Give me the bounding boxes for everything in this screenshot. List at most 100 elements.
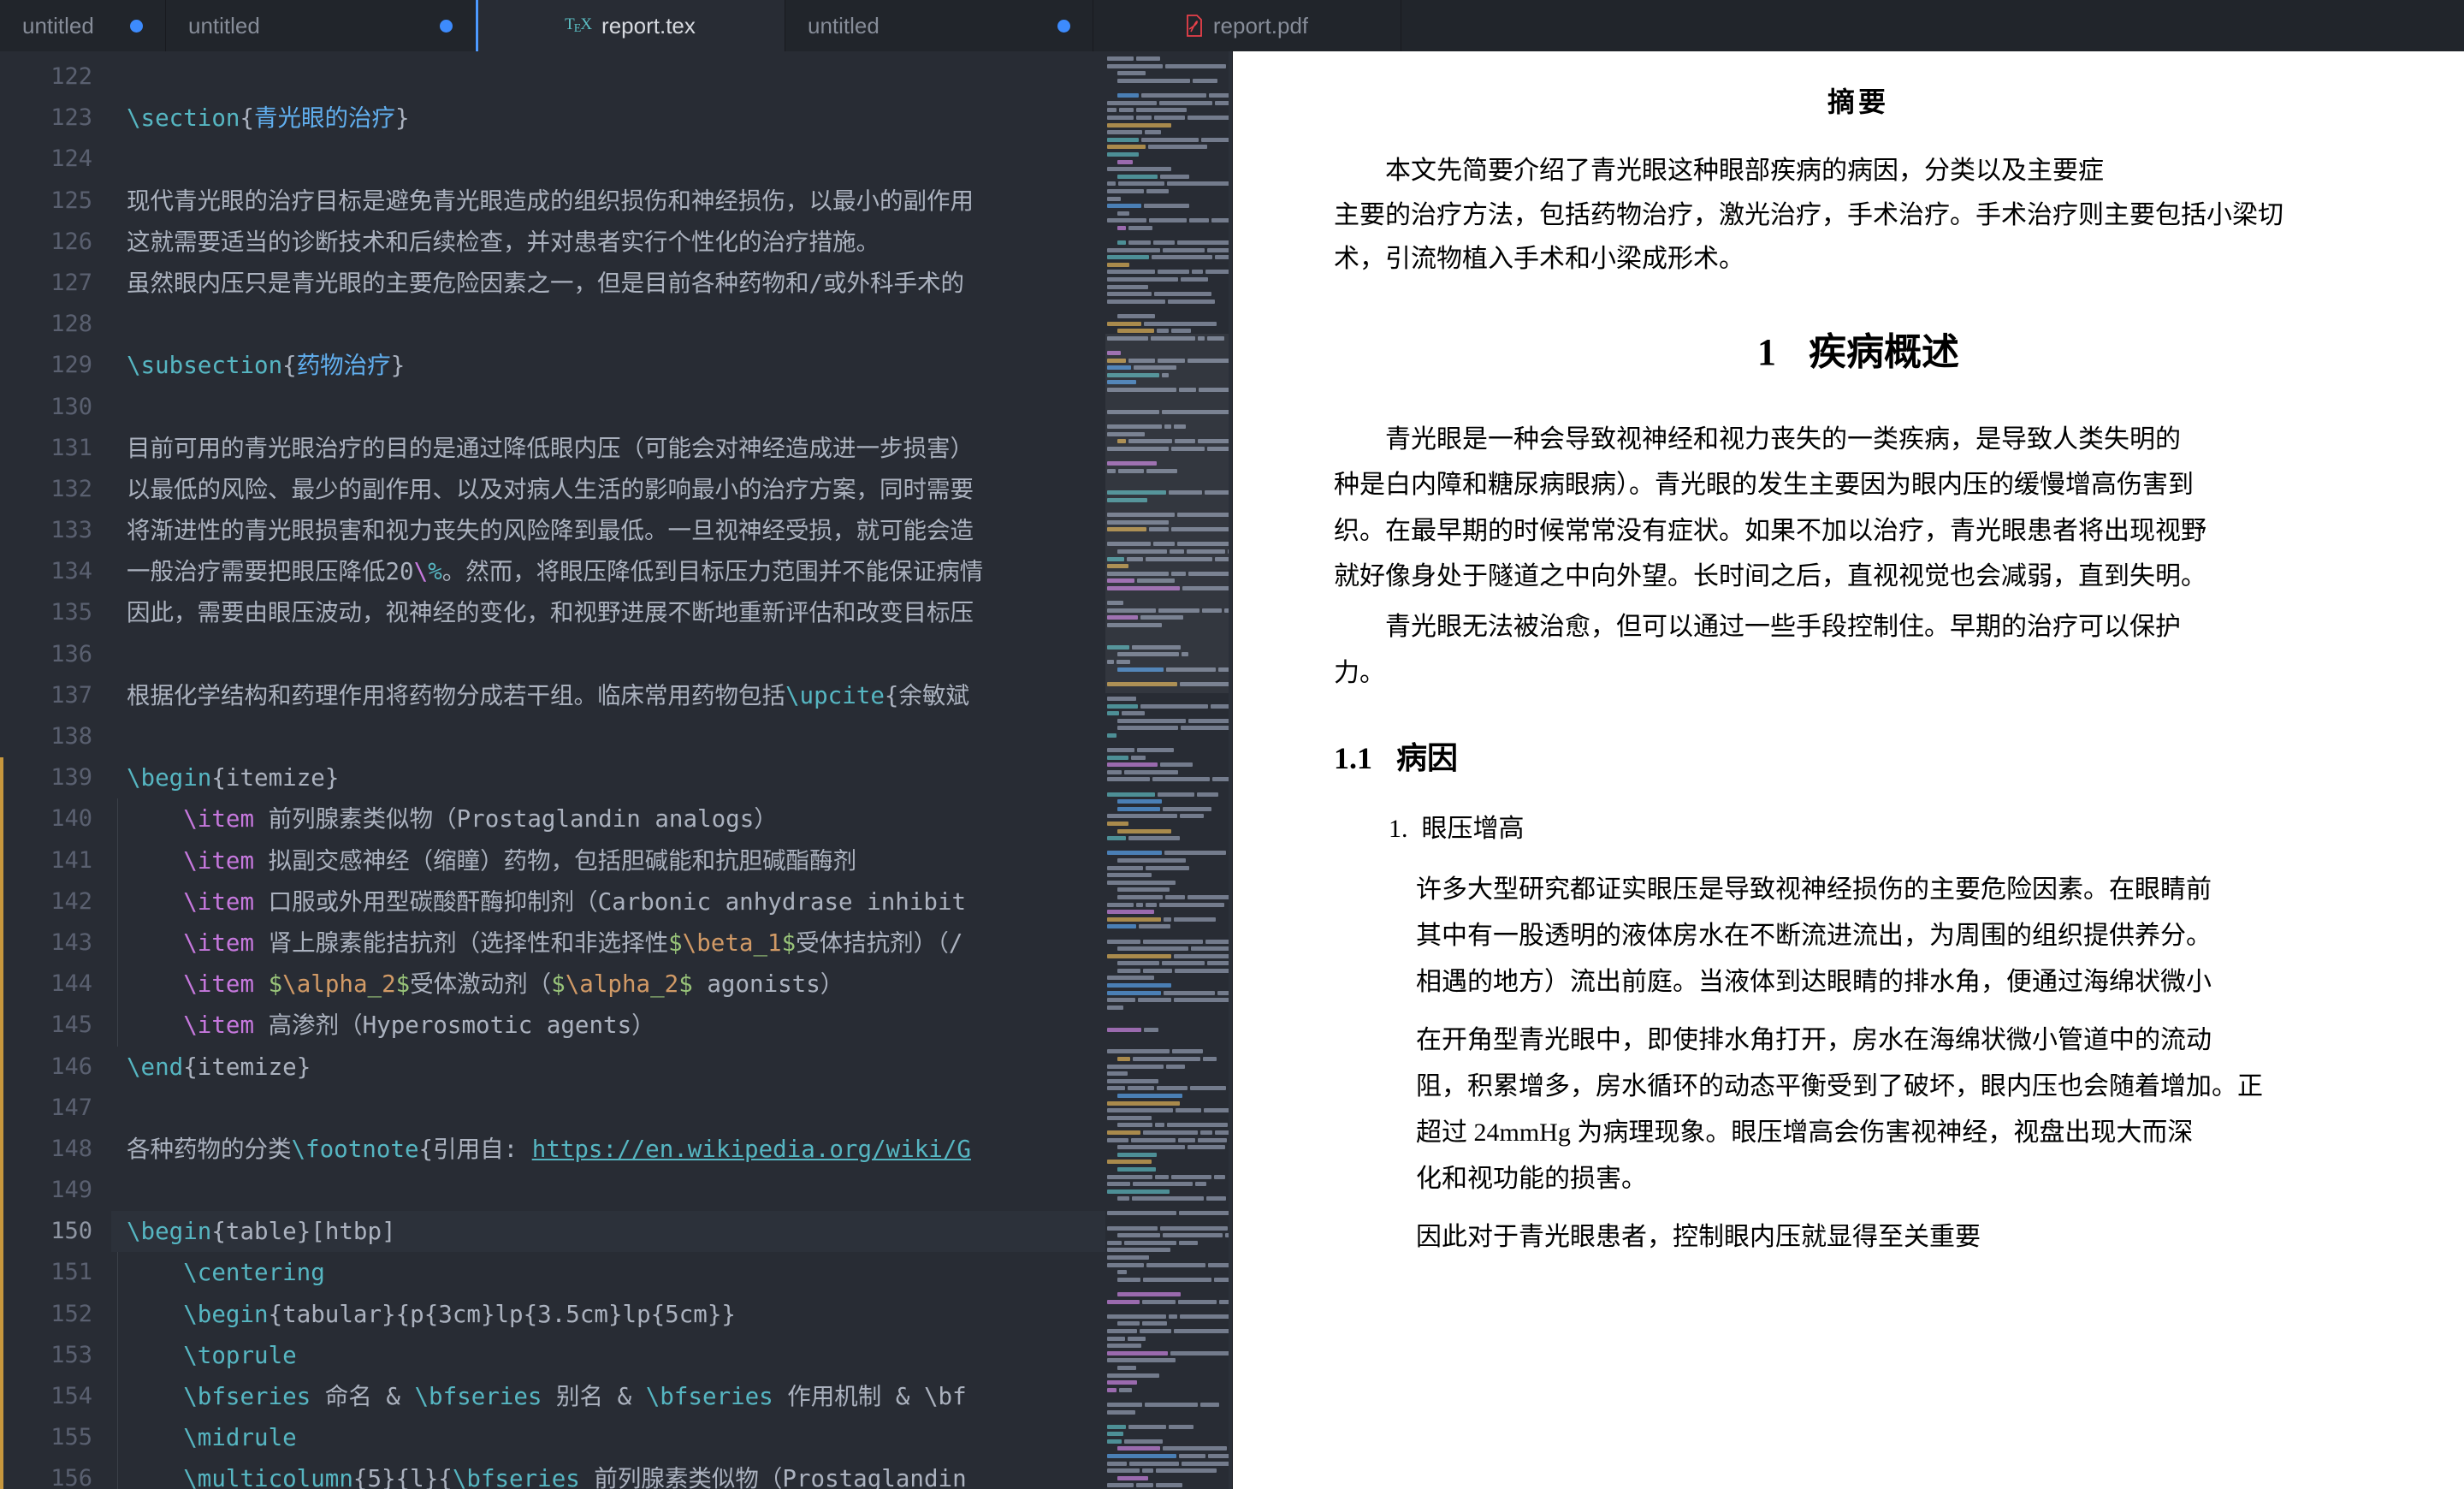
minimap-row (1105, 191, 1232, 201)
minimap-row (1105, 625, 1232, 632)
minimap-row (1105, 80, 1232, 88)
line-number: 155 (50, 1424, 92, 1451)
section-heading-1: 1 疾病概述 (1334, 321, 2383, 376)
code-line[interactable]: \item 拟副交感神经（缩瞳）药物，包括胆碱能和抗胆碱酯酶剂 (111, 840, 1232, 881)
subsection-number: 1.1 (1334, 741, 1372, 776)
code-line[interactable] (111, 304, 1232, 345)
code-content[interactable]: \section{青光眼的治疗} 现代青光眼的治疗目标是避免青光眼造成的组织损伤和… (111, 51, 1232, 1489)
minimap-row (1105, 426, 1232, 436)
minimap-row (1105, 1095, 1232, 1106)
minimap-row (1105, 823, 1232, 833)
code-line[interactable]: 以最低的风险、最少的副作用、以及对病人生活的影响最小的治疗方案，同时需要 (111, 469, 1232, 510)
code-line[interactable]: 根据化学结构和药理作用将药物分成若干组。临床常用药物包括\upcite{余敏斌 (111, 675, 1232, 716)
modified-indicator-icon[interactable] (1057, 19, 1070, 33)
line-number: 126 (50, 228, 92, 255)
line-number: 146 (50, 1053, 92, 1080)
minimap-row (1105, 74, 1232, 84)
minimap-row (1105, 1199, 1232, 1207)
minimap-row (1105, 463, 1232, 473)
minimap-row (1105, 139, 1232, 150)
minimap-row (1105, 603, 1232, 613)
tab-report-tex[interactable]: TEX report.tex (476, 0, 785, 51)
code-line[interactable]: \item 肾上腺素能拮抗剂（选择性和非选择性$\beta_1$受体拮抗剂）（/ (111, 922, 1232, 964)
minimap-row (1105, 897, 1232, 907)
minimap-row (1105, 1265, 1232, 1275)
minimap-row (1105, 691, 1232, 701)
code-line[interactable]: 这就需要适当的诊断技术和后续检查，并对患者实行个性化的治疗措施。 (111, 222, 1232, 263)
code-line[interactable] (111, 387, 1232, 428)
minimap-row (1105, 721, 1232, 731)
code-line[interactable]: \item $\alpha_2$受体激动剂（$\alpha_2$ agonist… (111, 964, 1232, 1005)
minimap-row (1105, 632, 1232, 640)
minimap-row (1105, 507, 1232, 518)
code-line[interactable]: \bfseries 命名 & \bfseries 别名 & \bfseries … (111, 1376, 1232, 1417)
code-line[interactable]: \centering (111, 1252, 1232, 1293)
line-number: 136 (50, 640, 92, 667)
code-line[interactable]: \item 高渗剂（Hyperosmotic agents） (111, 1005, 1232, 1046)
minimap-row (1105, 419, 1232, 429)
minimap-row (1105, 323, 1232, 334)
minimap-row (1105, 434, 1232, 444)
code-line[interactable]: \item 口服或外用型碳酸酐酶抑制剂（Carbonic anhydrase i… (111, 881, 1232, 922)
paragraph-line: 织。在最早期的时候常常没有症状。如果不加以治疗，青光眼患者将出现视野 (1334, 516, 2206, 545)
tab-report-pdf[interactable]: report.pdf (1093, 0, 1401, 51)
minimap-row (1105, 1103, 1232, 1113)
code-line[interactable]: \item 前列腺素类似物（Prostaglandin analogs） (111, 798, 1232, 839)
code-line[interactable]: 现代青光眼的治疗目标是避免青光眼造成的组织损伤和神经损伤，以最小的副作用 (111, 181, 1232, 222)
code-line[interactable]: 目前可用的青光眼治疗的目的是通过降低眼内压（可能会对神经造成进一步损害） (111, 428, 1232, 469)
latex-editor-pane[interactable]: 122 123 124 125 126 127 128 129 130 131 132 133 134 1… (0, 51, 1232, 1489)
code-line[interactable]: \begin{tabular}{p{3cm}lp{3.5cm}lp{5cm}} (111, 1294, 1232, 1335)
line-number: 128 (50, 311, 92, 338)
tab-label: untitled (808, 12, 880, 39)
code-line[interactable]: \subsection{药物治疗} (111, 345, 1232, 386)
modified-indicator-icon[interactable] (130, 19, 143, 33)
code-line[interactable] (111, 1170, 1232, 1211)
minimap-row (1105, 353, 1232, 363)
tab-untitled-3[interactable]: untitled (785, 0, 1093, 51)
minimap-row (1105, 1294, 1232, 1304)
code-line[interactable]: \multicolumn{5}{l}{\bfseries 前列腺素类似物（Pro… (111, 1458, 1232, 1489)
minimap-row (1105, 125, 1232, 135)
editor-minimap[interactable] (1105, 51, 1232, 1489)
minimap-row (1105, 1449, 1232, 1459)
line-number: 125 (50, 187, 92, 214)
code-line[interactable]: 将渐进性的青光眼损害和视力丧失的风险降到最低。一旦视神经受损，就可能会造 (111, 510, 1232, 551)
minimap-row (1105, 294, 1232, 304)
modified-indicator-icon[interactable] (440, 19, 453, 33)
line-number: 133 (50, 517, 92, 544)
minimap-row (1105, 1309, 1232, 1319)
line-number: 156 (50, 1465, 92, 1489)
code-line[interactable]: 虽然眼内压只是青光眼的主要危险因素之一，但是目前各种药物和/或外科手术的 (111, 263, 1232, 304)
minimap-row (1105, 478, 1232, 485)
paragraph-line: 青光眼无法被治愈，但可以通过一些手段控制住。早期的治疗可以保护 (1385, 613, 2181, 642)
code-line[interactable]: 一般治疗需要把眼压降低20\%。然而，将眼压降低到目标压力范围并不能保证病情 (111, 551, 1232, 592)
code-line[interactable]: \midrule (111, 1417, 1232, 1458)
subsection-heading-1-1: 1.1 病因 (1334, 733, 2383, 778)
code-line[interactable]: \begin{table}[htbp] (111, 1211, 1232, 1253)
code-line[interactable] (111, 56, 1232, 98)
minimap-row (1105, 88, 1232, 98)
minimap-row (1105, 1228, 1232, 1238)
code-line[interactable] (111, 1088, 1232, 1129)
code-line[interactable]: \begin{itemize} (111, 757, 1232, 798)
code-line[interactable] (111, 716, 1232, 757)
minimap-row (1105, 573, 1232, 584)
minimap-row (1105, 794, 1232, 804)
minimap-row (1105, 743, 1232, 753)
code-line[interactable]: 各种药物的分类\footnote{引用自: https://en.wikiped… (111, 1129, 1232, 1170)
code-line[interactable]: \section{青光眼的治疗} (111, 98, 1232, 139)
tab-untitled-2[interactable]: untitled (166, 0, 476, 51)
minimap-row (1105, 698, 1232, 709)
minimap-row (1105, 816, 1232, 827)
code-line[interactable]: \end{itemize} (111, 1047, 1232, 1088)
tab-untitled-1[interactable]: untitled (0, 0, 166, 51)
minimap-row (1105, 493, 1232, 502)
minimap-row (1105, 1367, 1232, 1378)
code-line[interactable] (111, 634, 1232, 675)
code-line[interactable] (111, 139, 1232, 180)
code-line[interactable]: 因此，需要由眼压波动，视神经的变化，和视野进展不断地重新评估和改变目标压 (111, 592, 1232, 633)
pdf-preview-pane[interactable]: 摘要 本文先简要介绍了青光眼这种眼部疾病的病因，分类以及主要症 主要的治疗方法，… (1232, 51, 2464, 1489)
minimap-row (1105, 905, 1232, 915)
minimap-row (1105, 1279, 1232, 1287)
code-line[interactable]: \toprule (111, 1335, 1232, 1376)
